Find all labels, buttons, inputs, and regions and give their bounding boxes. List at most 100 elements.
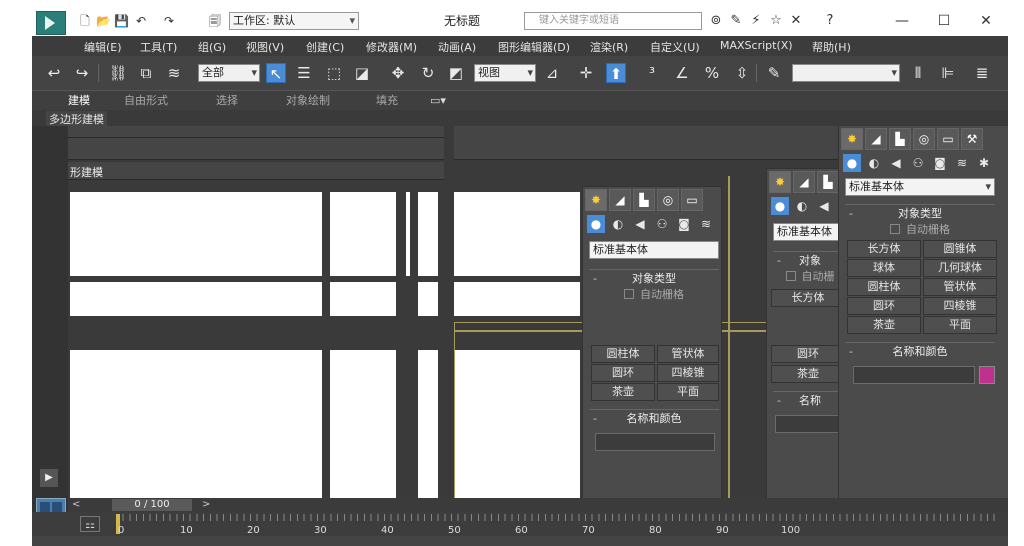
menu-views[interactable]: 视图(V) xyxy=(246,39,284,55)
sphere-button[interactable]: 球体 xyxy=(847,259,921,277)
menu-animation[interactable]: 动画(A) xyxy=(438,39,476,55)
select-link-icon[interactable]: ⛓ xyxy=(108,63,128,83)
torus-button[interactable]: 圆环 xyxy=(847,297,921,315)
communication-icon[interactable]: ⚡ xyxy=(748,13,764,29)
angle-snap-icon[interactable]: ∠ xyxy=(672,63,692,83)
tab-modeling[interactable]: 建模 xyxy=(68,93,90,109)
select-by-name-icon[interactable]: ☰ xyxy=(294,63,314,83)
menu-modifiers[interactable]: 修改器(M) xyxy=(366,39,417,55)
window-crossing-icon[interactable]: ◪ xyxy=(352,63,372,83)
cone-button[interactable]: 圆锥体 xyxy=(923,240,997,258)
new-file-icon[interactable]: 🗋 xyxy=(78,14,92,28)
tab-object-paint[interactable]: 对象绘制 xyxy=(286,93,330,109)
space-warps-icon[interactable]: ≋ xyxy=(953,154,971,172)
geometry-icon[interactable]: ● xyxy=(587,215,605,233)
shapes-icon[interactable]: ◐ xyxy=(793,197,811,215)
scale-icon[interactable]: ◩ xyxy=(446,63,466,83)
workspace-select[interactable]: 工作区: 默认 ▾ xyxy=(229,12,359,30)
viewport-top[interactable] xyxy=(70,192,322,276)
geometry-icon[interactable]: ● xyxy=(843,154,861,172)
viewport-top[interactable] xyxy=(418,192,438,276)
pyramid-button[interactable]: 四棱锥 xyxy=(657,364,719,382)
name-color-rollout[interactable]: - 名称和颜色 xyxy=(845,342,995,360)
hierarchy-tab-icon[interactable]: ▙ xyxy=(633,189,655,211)
torus-button[interactable]: 圆环 xyxy=(771,345,845,363)
modify-tab-icon[interactable]: ◢ xyxy=(793,171,815,193)
box-button[interactable]: 长方体 xyxy=(847,240,921,258)
selection-filter-select[interactable]: 全部 ▾ xyxy=(198,64,260,82)
rotate-icon[interactable]: ↻ xyxy=(418,63,438,83)
create-tab-icon[interactable]: ✸ xyxy=(841,128,863,150)
named-selection-select[interactable]: ▾ xyxy=(792,64,900,82)
geometry-category-select[interactable]: 标准基本体 ▾ xyxy=(845,178,995,196)
select-manipulate-icon[interactable]: ✛ xyxy=(576,63,596,83)
teapot-button[interactable]: 茶壶 xyxy=(591,383,655,401)
name-color-rollout[interactable]: - 名称和颜色 xyxy=(589,409,719,427)
percent-snap-icon[interactable]: % xyxy=(702,63,722,83)
cameras-icon[interactable]: ⚇ xyxy=(909,154,927,172)
helpers-icon[interactable]: ◙ xyxy=(931,154,949,172)
app-logo-icon[interactable] xyxy=(36,11,66,35)
open-folder-icon[interactable]: 📂 xyxy=(96,14,111,28)
move-icon[interactable]: ✥ xyxy=(388,63,408,83)
binoculars-icon[interactable]: ⊚ xyxy=(708,13,724,29)
rectangle-selection-icon[interactable]: ⬚ xyxy=(324,63,344,83)
hierarchy-tab-icon[interactable]: ▙ xyxy=(817,171,839,193)
ribbon-options-icon[interactable]: ▭▾ xyxy=(430,93,446,109)
save-icon[interactable]: 💾 xyxy=(114,14,129,28)
torus-button[interactable]: 圆环 xyxy=(591,364,655,382)
layer-manager-icon[interactable]: ≣ xyxy=(972,63,992,83)
plane-button[interactable]: 平面 xyxy=(923,316,997,334)
menu-tools[interactable]: 工具(T) xyxy=(140,39,177,55)
viewport-top[interactable] xyxy=(454,192,580,276)
auto-grid-checkbox[interactable]: 自动栅格 xyxy=(589,287,719,303)
expand-arrow-icon[interactable]: ▶ xyxy=(40,469,58,487)
teapot-button[interactable]: 茶壶 xyxy=(847,316,921,334)
menu-edit[interactable]: 编辑(E) xyxy=(84,39,122,55)
object-type-rollout[interactable]: - 对象 xyxy=(773,251,847,269)
project-folder-icon[interactable]: 🗐 xyxy=(208,14,222,28)
viewport-perspective[interactable] xyxy=(70,350,322,502)
auto-grid-checkbox[interactable]: 自动栅格 xyxy=(845,222,995,238)
motion-tab-icon[interactable]: ◎ xyxy=(657,189,679,211)
viewport-perspective[interactable] xyxy=(330,350,396,502)
spinner-snap-icon[interactable]: ⇳ xyxy=(732,63,752,83)
plane-button[interactable]: 平面 xyxy=(657,383,719,401)
search-input[interactable]: 键入关键字或短语 xyxy=(524,12,702,30)
menu-rendering[interactable]: 渲染(R) xyxy=(590,39,628,55)
viewport-front[interactable] xyxy=(330,282,396,316)
tab-selection[interactable]: 选择 xyxy=(216,93,238,109)
object-type-rollout[interactable]: - 对象类型 xyxy=(589,269,719,287)
minimize-button[interactable]: — xyxy=(882,10,922,32)
tools-icon[interactable]: ✎ xyxy=(728,13,744,29)
helpers-icon[interactable]: ◙ xyxy=(675,215,693,233)
undo-icon[interactable]: ↶ xyxy=(134,14,148,28)
cylinder-button[interactable]: 圆柱体 xyxy=(847,278,921,296)
time-slider[interactable]: 0 / 100 xyxy=(112,499,192,511)
undo-icon[interactable]: ↩ xyxy=(44,63,64,83)
curve-editor-icon[interactable]: ⚏ xyxy=(80,516,100,532)
geometry-icon[interactable]: ● xyxy=(771,197,789,215)
utilities-tab-icon[interactable]: ⚒ xyxy=(961,128,983,150)
pyramid-button[interactable]: 四棱锥 xyxy=(923,297,997,315)
favorites-star-icon[interactable]: ☆ xyxy=(768,13,784,29)
menu-maxscript[interactable]: MAXScript(X) xyxy=(720,39,793,52)
reference-coordinate-select[interactable]: 视图 ▾ xyxy=(474,64,536,82)
viewport-front[interactable] xyxy=(418,282,438,316)
polygon-modeling-label[interactable]: 多边形建模 xyxy=(46,111,107,127)
modify-tab-icon[interactable]: ◢ xyxy=(609,189,631,211)
auto-grid-checkbox[interactable]: 自动栅 xyxy=(773,269,847,285)
exchange-icon[interactable]: ✕ xyxy=(788,13,804,29)
object-type-rollout[interactable]: - 对象类型 xyxy=(845,204,995,222)
maximize-button[interactable]: ☐ xyxy=(924,10,964,32)
keyboard-shortcut-override-icon[interactable]: ⬆ xyxy=(606,63,626,83)
menu-graph-editors[interactable]: 图形编辑器(D) xyxy=(498,39,570,55)
tube-button[interactable]: 管状体 xyxy=(923,278,997,296)
geosphere-button[interactable]: 几何球体 xyxy=(923,259,997,277)
viewport-perspective[interactable] xyxy=(418,350,438,502)
edit-named-selection-icon[interactable]: ✎ xyxy=(764,63,784,83)
cylinder-button[interactable]: 圆柱体 xyxy=(591,345,655,363)
unlink-icon[interactable]: ⧉ xyxy=(136,63,156,83)
lights-icon[interactable]: ◀ xyxy=(815,197,833,215)
motion-tab-icon[interactable]: ◎ xyxy=(913,128,935,150)
